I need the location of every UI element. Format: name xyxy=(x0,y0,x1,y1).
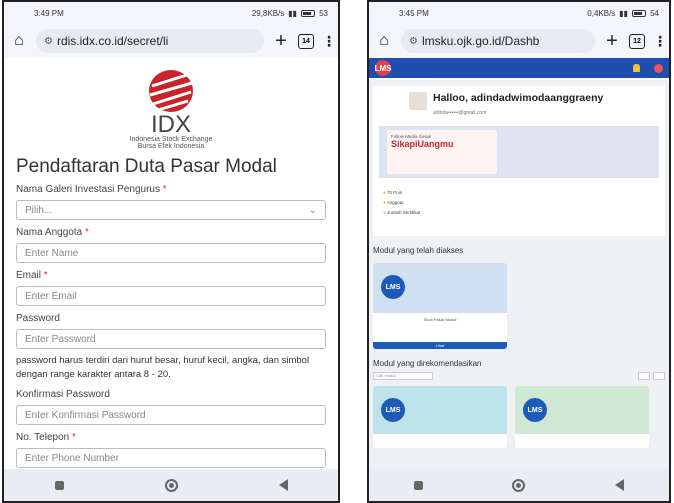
module-search-input[interactable]: Cari modul xyxy=(373,372,433,380)
banner-title: SikapiUangmu xyxy=(391,139,454,149)
stat-member: Anggota xyxy=(383,198,420,208)
sort-button[interactable] xyxy=(653,372,665,380)
user-illustration xyxy=(409,92,427,110)
avatar[interactable] xyxy=(654,63,663,73)
phone-right: 3:45 PM 0,4KB/s ▮▮ 54 ⌂ ⚙ lmsku.ojk.go.i… xyxy=(367,0,671,503)
status-time: 3:45 PM xyxy=(399,8,429,18)
home-icon[interactable]: ⌂ xyxy=(10,32,28,50)
url-text: rdis.idx.co.id/secret/li xyxy=(56,34,169,48)
recommended-cards: LMS LMS xyxy=(373,386,665,448)
chevron-down-icon: ⌄ xyxy=(308,204,317,216)
stat-points: 70 Poin xyxy=(383,188,420,198)
lms-badge: LMS xyxy=(523,398,547,422)
idx-wordmark: IDX xyxy=(150,111,191,138)
back-button[interactable] xyxy=(278,479,288,491)
notification-bell-icon[interactable] xyxy=(633,63,640,72)
galeri-label: Nama Galeri Investasi Pengurus * xyxy=(16,184,167,195)
new-tab-button[interactable]: + xyxy=(272,30,290,53)
galeri-select-value: Pilih... xyxy=(25,204,53,216)
site-settings-icon[interactable]: ⚙ xyxy=(44,36,53,47)
signal-icon: ▮▮ xyxy=(619,8,629,18)
filter-button[interactable] xyxy=(638,372,650,380)
home-button[interactable] xyxy=(512,478,526,492)
module-thumbnail: LMS xyxy=(373,263,507,313)
recents-button[interactable] xyxy=(54,480,64,490)
module-thumbnail: LMS xyxy=(515,386,649,434)
network-speed: 0,4KB/s xyxy=(587,8,616,18)
site-settings-icon[interactable]: ⚙ xyxy=(409,36,418,47)
confirm-password-input[interactable]: Enter Konfirmasi Password xyxy=(16,405,326,425)
accessed-modules-title: Modul yang telah diakses xyxy=(373,246,464,255)
signal-icon: ▮▮ xyxy=(288,8,298,18)
battery-level: 53 xyxy=(319,8,328,18)
overflow-menu-icon[interactable]: ⋮ xyxy=(653,33,667,50)
module-card[interactable]: LMS Studi Pasar Modal Lihat xyxy=(373,263,507,349)
home-icon[interactable]: ⌂ xyxy=(375,32,393,50)
module-thumbnail: LMS xyxy=(373,386,507,434)
greeting-text: Halloo, adindadwimodaanggraeny xyxy=(433,92,604,104)
page-title: Pendaftaran Duta Pasar Modal xyxy=(16,156,277,177)
konfirmasi-label: Konfirmasi Password xyxy=(16,389,110,400)
new-tab-button[interactable]: + xyxy=(603,30,621,53)
battery-icon xyxy=(632,9,647,17)
recommended-modules-title: Modul yang direkomendasikan xyxy=(373,359,482,368)
idx-emblem-icon xyxy=(149,70,193,112)
system-nav-bar xyxy=(4,469,338,501)
phone-input[interactable]: Enter Phone Number xyxy=(16,448,326,468)
registration-form: IDX Indonesia Stock Exchange Bursa Efek … xyxy=(4,68,338,468)
url-field[interactable]: ⚙ rdis.idx.co.id/secret/li xyxy=(36,29,264,53)
battery-icon xyxy=(301,9,316,17)
password-hint: password harus terdiri dari huruf besar,… xyxy=(16,355,310,380)
galeri-select[interactable]: Pilih... ⌄ xyxy=(16,200,326,220)
module-caption: Studi Pasar Modal xyxy=(423,317,457,322)
browser-address-bar: ⌂ ⚙ lmsku.ojk.go.id/Dashb + 12 ⋮ xyxy=(369,24,669,58)
recents-button[interactable] xyxy=(413,480,423,490)
lms-header: LMS xyxy=(369,58,669,78)
required-mark: * xyxy=(71,432,76,443)
required-mark: * xyxy=(43,270,48,281)
required-mark: * xyxy=(84,227,89,238)
email-label: Email * xyxy=(16,270,48,281)
name-input[interactable]: Enter Name xyxy=(16,243,326,263)
recommended-card[interactable]: LMS xyxy=(373,386,507,448)
dashboard-content: Halloo, adindadwimodaanggraeny adinda•••… xyxy=(369,80,669,469)
network-speed: 29,8KB/s xyxy=(251,8,285,18)
home-button[interactable] xyxy=(164,478,178,492)
lms-badge: LMS xyxy=(381,398,405,422)
back-button[interactable] xyxy=(615,479,625,491)
required-mark: * xyxy=(162,184,167,195)
email-input[interactable]: Enter Email xyxy=(16,286,326,306)
tab-switcher-button[interactable]: 12 xyxy=(629,33,645,49)
url-text: lmsku.ojk.go.id/Dashb xyxy=(421,34,540,48)
status-bar: 3:49 PM 29,8KB/s ▮▮ 53 xyxy=(4,2,338,24)
brand-line-1: Indonesia Stock Exchange xyxy=(129,136,213,143)
browser-address-bar: ⌂ ⚙ rdis.idx.co.id/secret/li + 14 ⋮ xyxy=(4,24,338,58)
telepon-label: No. Telepon * xyxy=(16,432,76,443)
system-nav-bar xyxy=(369,469,669,501)
user-email: adinda••••••@gmail.com xyxy=(433,110,487,116)
status-time: 3:49 PM xyxy=(34,8,64,18)
url-field[interactable]: ⚙ lmsku.ojk.go.id/Dashb xyxy=(401,29,595,53)
anggota-label: Nama Anggota * xyxy=(16,227,89,238)
battery-level: 54 xyxy=(650,8,659,18)
phone-left: 3:49 PM 29,8KB/s ▮▮ 53 ⌂ ⚙ rdis.idx.co.i… xyxy=(2,0,340,503)
brand-line-2: Bursa Efek Indonesia xyxy=(137,143,205,150)
idx-logo: IDX Indonesia Stock Exchange Bursa Efek … xyxy=(16,68,326,150)
user-stats: 70 Poin Anggota Jumlah Sertifikat xyxy=(383,188,421,218)
lms-badge: LMS xyxy=(381,275,405,299)
tab-switcher-button[interactable]: 14 xyxy=(298,33,314,49)
greeting-card: Halloo, adindadwimodaanggraeny adinda•••… xyxy=(373,86,665,236)
overflow-menu-icon[interactable]: ⋮ xyxy=(322,33,336,50)
password-input[interactable]: Enter Password xyxy=(16,329,326,349)
promo-banner[interactable]: Follow Media Sosial SikapiUangmu xyxy=(379,126,659,178)
lms-logo[interactable]: LMS xyxy=(375,60,391,76)
module-open-button[interactable]: Lihat xyxy=(373,342,507,349)
status-bar: 3:45 PM 0,4KB/s ▮▮ 54 xyxy=(369,2,669,24)
stat-certificates: Jumlah Sertifikat xyxy=(383,208,420,218)
password-label: Password xyxy=(16,313,60,324)
recommended-card[interactable]: LMS xyxy=(515,386,649,448)
